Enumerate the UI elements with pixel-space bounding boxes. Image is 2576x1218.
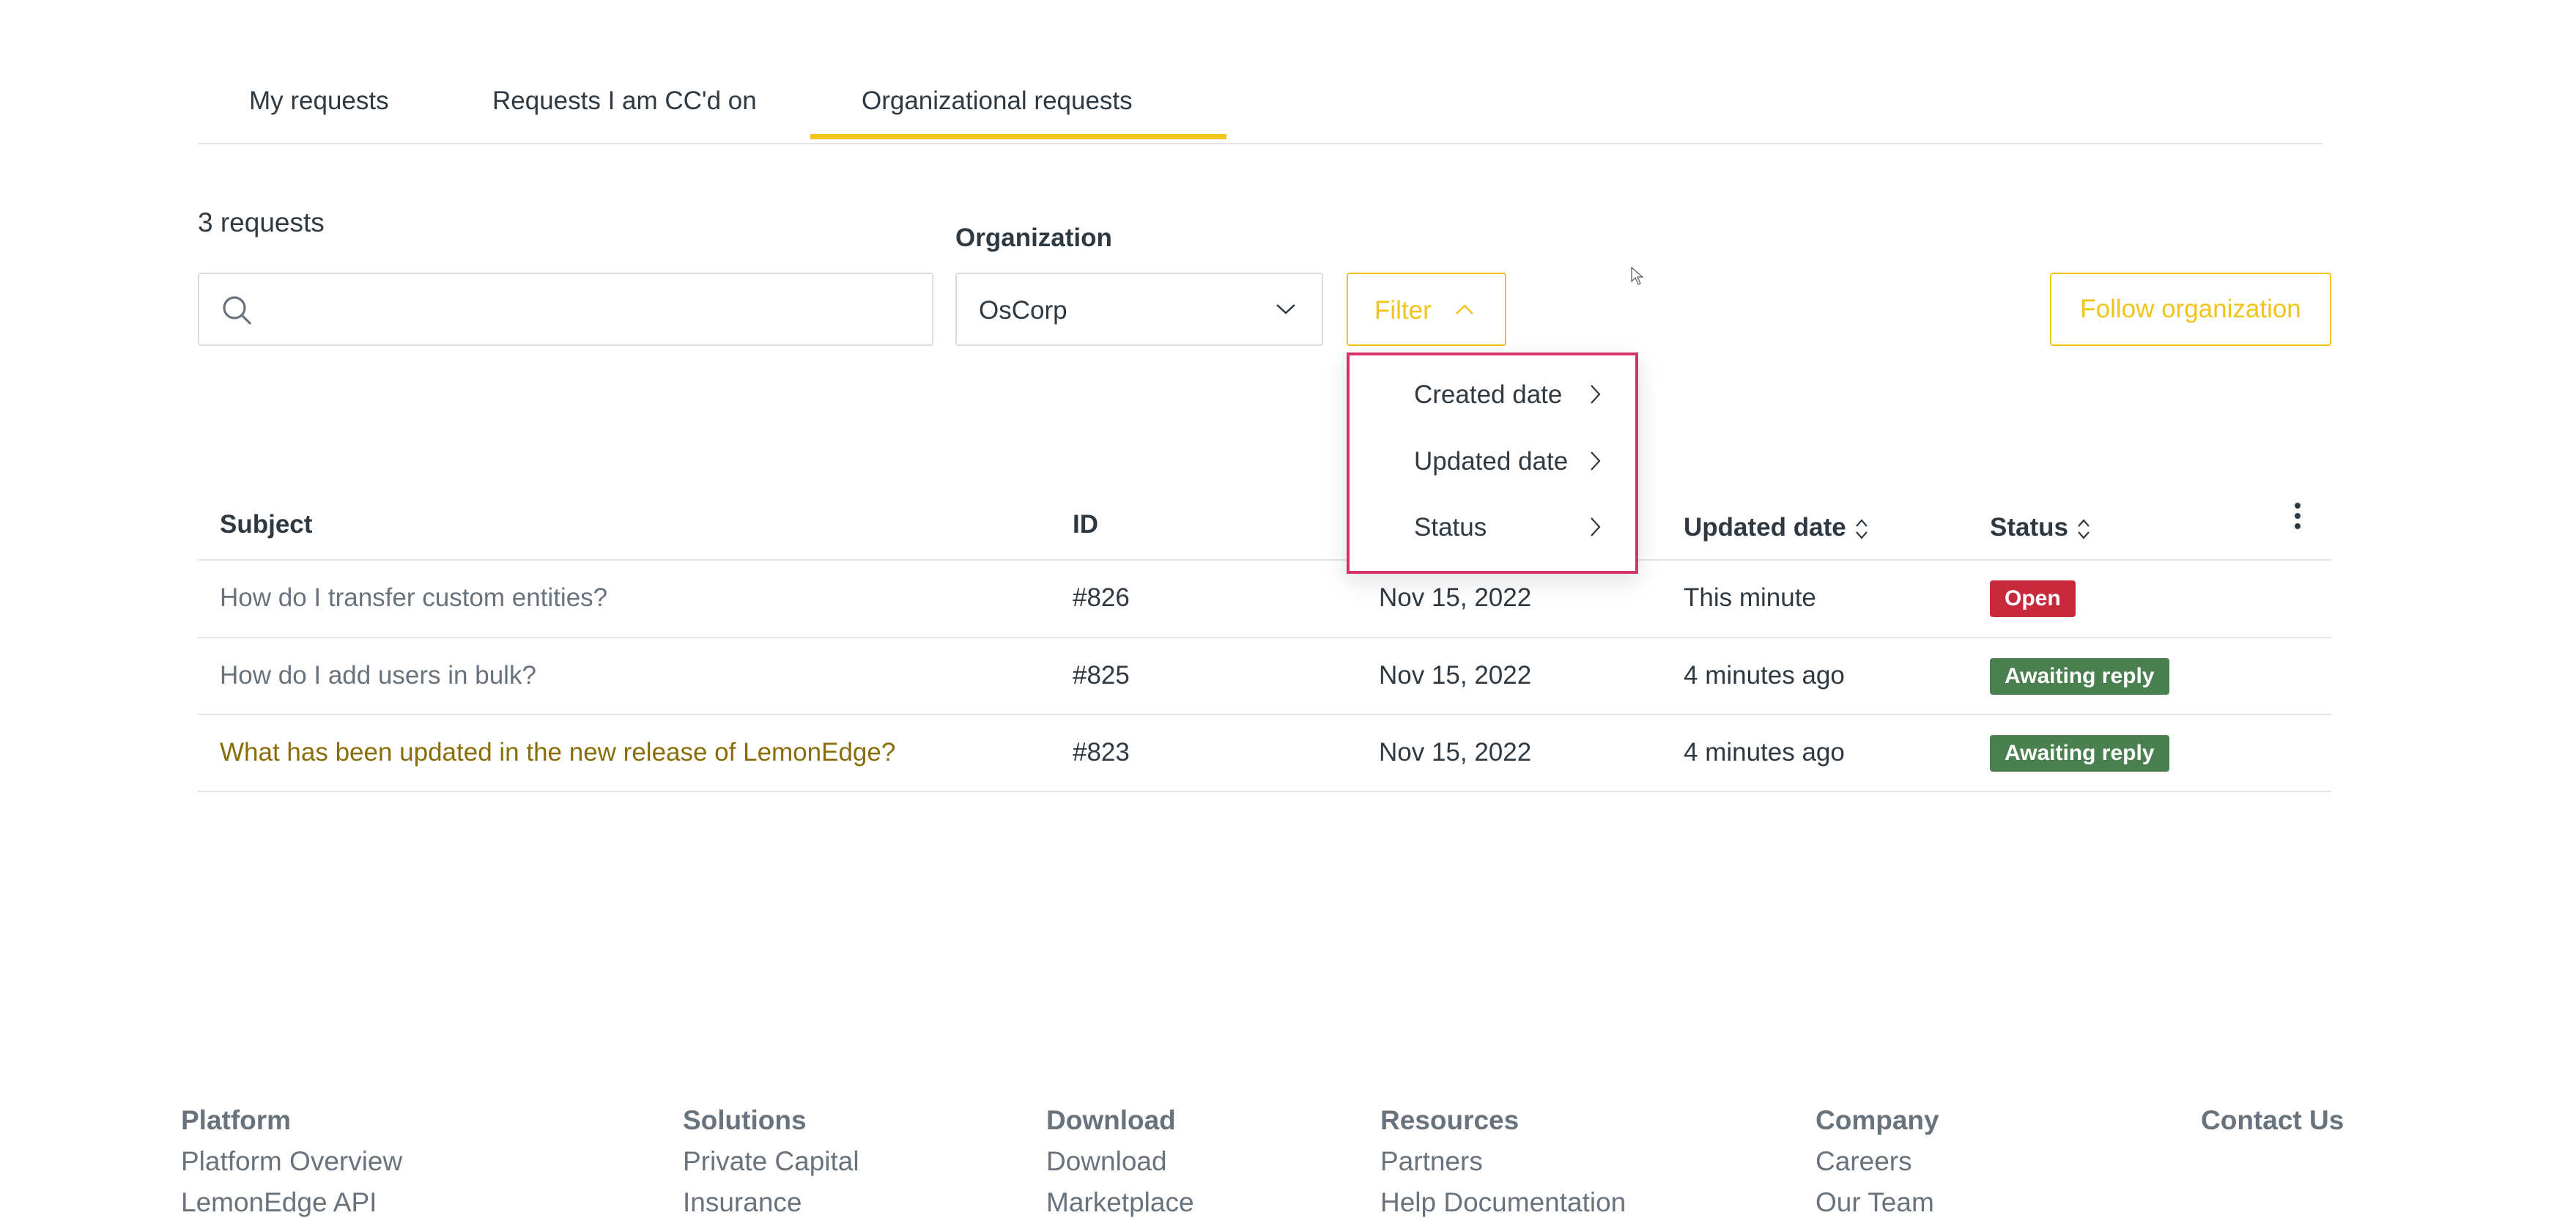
- footer-heading: Company: [1816, 1105, 1939, 1135]
- tab-organizational-requests[interactable]: Organizational requests: [862, 86, 1133, 116]
- footer-link[interactable]: LemonEdge API: [181, 1187, 377, 1218]
- tab-requests-cc[interactable]: Requests I am CC'd on: [492, 86, 757, 116]
- request-subject-link[interactable]: What has been updated in the new release…: [220, 738, 895, 767]
- column-header-id: ID: [1073, 510, 1098, 539]
- footer-link[interactable]: Partners: [1380, 1146, 1483, 1177]
- column-header-updated-date-label: Updated date: [1684, 513, 1846, 542]
- status-badge: Open: [1990, 580, 2076, 617]
- request-subject-link[interactable]: How do I transfer custom entities?: [220, 583, 607, 613]
- search-icon: [223, 296, 252, 325]
- chevron-right-icon: [1591, 451, 1601, 470]
- status-badge: Awaiting reply: [1990, 658, 2169, 695]
- filter-menu: Created date Updated date Status: [1347, 353, 1638, 574]
- active-tab-indicator: [810, 134, 1226, 139]
- footer-contact-us-link[interactable]: Contact Us: [2201, 1105, 2344, 1136]
- table-divider: [198, 637, 2331, 638]
- footer-link[interactable]: Help Documentation: [1380, 1187, 1626, 1218]
- column-header-updated-date[interactable]: Updated date: [1684, 513, 1870, 542]
- request-id: #825: [1073, 661, 1130, 690]
- filter-menu-item-label: Created date: [1414, 380, 1563, 409]
- footer-heading: Download: [1046, 1105, 1176, 1135]
- status-badge: Awaiting reply: [1990, 735, 2169, 772]
- table-divider: [198, 559, 2331, 561]
- footer-heading: Solutions: [683, 1105, 807, 1135]
- request-tabs: My requests Requests I am CC'd on Organi…: [198, 0, 2323, 144]
- request-id: #823: [1073, 738, 1130, 767]
- request-created-date: Nov 15, 2022: [1379, 738, 1532, 767]
- organization-select[interactable]: OsCorp: [955, 273, 1323, 346]
- chevron-down-icon: [1276, 304, 1295, 314]
- column-header-subject: Subject: [220, 510, 313, 539]
- tab-my-requests[interactable]: My requests: [249, 86, 389, 116]
- footer-link[interactable]: Marketplace: [1046, 1187, 1194, 1218]
- chevron-right-icon: [1591, 517, 1601, 536]
- footer-link[interactable]: Private Capital: [683, 1146, 859, 1177]
- request-updated-date: 4 minutes ago: [1684, 661, 1845, 690]
- more-options-icon[interactable]: [2292, 501, 2303, 534]
- request-updated-date: 4 minutes ago: [1684, 738, 1845, 767]
- table-divider: [198, 714, 2331, 715]
- chevron-right-icon: [1591, 385, 1601, 404]
- filter-button-label: Filter: [1374, 296, 1432, 325]
- mouse-cursor-icon: [1631, 267, 1644, 285]
- follow-organization-button[interactable]: Follow organization: [2050, 273, 2331, 346]
- sort-icon: [1855, 519, 1868, 539]
- request-updated-date: This minute: [1684, 583, 1816, 612]
- request-id: #826: [1073, 583, 1130, 612]
- filter-menu-item-label: Status: [1414, 513, 1487, 542]
- filter-button[interactable]: Filter: [1347, 273, 1506, 346]
- table-divider: [198, 791, 2331, 792]
- request-count: 3 requests: [198, 207, 325, 237]
- footer-heading: Platform: [181, 1105, 292, 1135]
- organization-selected-value: OsCorp: [979, 296, 1067, 325]
- organization-label: Organization: [955, 224, 1112, 252]
- request-created-date: Nov 15, 2022: [1379, 583, 1532, 612]
- column-header-status[interactable]: Status: [1990, 513, 2092, 542]
- footer-heading: Resources: [1380, 1105, 1520, 1135]
- search-input[interactable]: [198, 273, 933, 346]
- footer-link[interactable]: Platform Overview: [181, 1146, 402, 1177]
- footer-link[interactable]: Careers: [1816, 1146, 1912, 1177]
- footer-link[interactable]: Download: [1046, 1146, 1167, 1177]
- chevron-up-icon: [1456, 304, 1473, 314]
- sort-icon: [2078, 519, 2090, 539]
- request-subject-link[interactable]: How do I add users in bulk?: [220, 661, 536, 690]
- request-created-date: Nov 15, 2022: [1379, 661, 1532, 690]
- column-header-status-label: Status: [1990, 513, 2068, 542]
- filter-menu-item-label: Updated date: [1414, 447, 1569, 476]
- footer-link[interactable]: Our Team: [1816, 1187, 1934, 1218]
- footer-link[interactable]: Insurance: [683, 1187, 802, 1218]
